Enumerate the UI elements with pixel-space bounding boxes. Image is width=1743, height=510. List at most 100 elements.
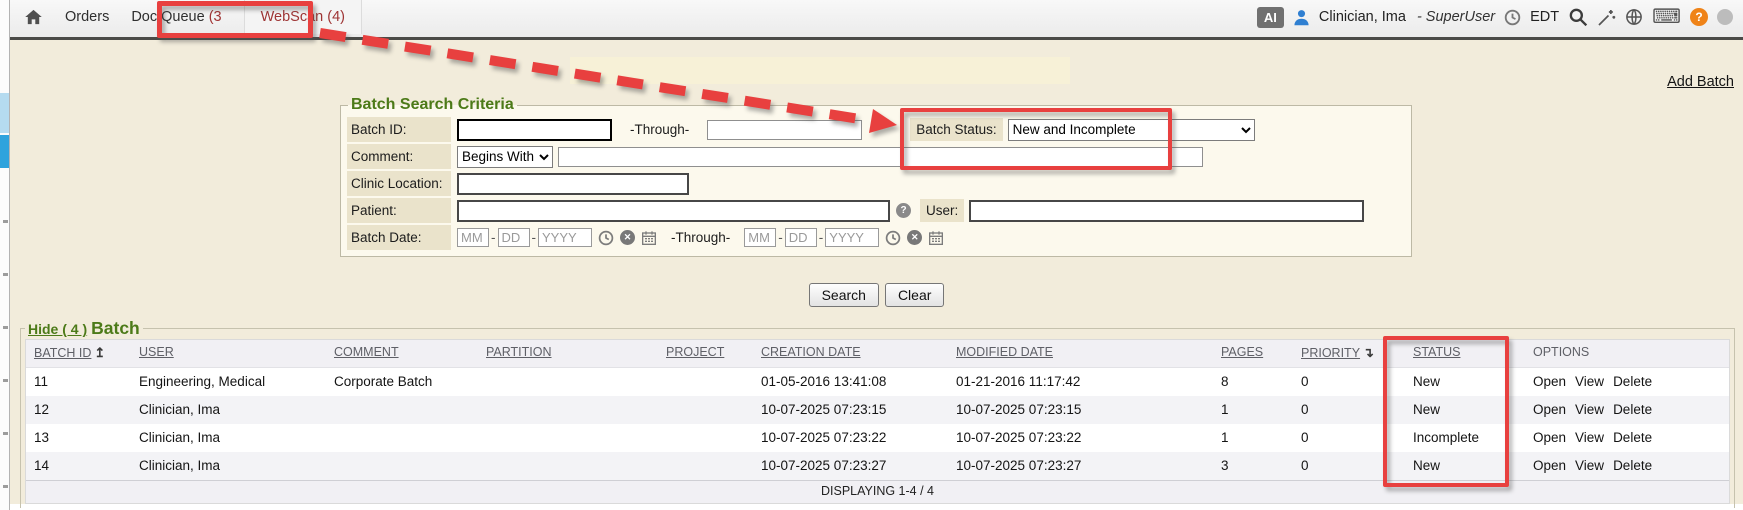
top-navigation-bar: Orders Doc Queue (3 WebScan (4) AI Clini… — [10, 0, 1743, 40]
comment-input[interactable] — [558, 147, 1203, 167]
delete-link[interactable]: Delete — [1613, 430, 1652, 445]
cell-pages: 3 — [1213, 452, 1293, 480]
time-picker-icon[interactable] — [885, 230, 901, 246]
doc-queue-count: (3 — [209, 9, 222, 25]
batch-id-label: Batch ID: — [347, 117, 451, 142]
date-to-year-input[interactable] — [825, 228, 879, 247]
user-input[interactable] — [969, 200, 1364, 222]
cell-priority: 0 — [1293, 368, 1405, 396]
column-header-comment[interactable]: COMMENT — [326, 340, 478, 367]
column-label: PROJECT — [666, 345, 724, 359]
batch-id-to-input[interactable] — [707, 120, 862, 140]
add-batch-link[interactable]: Add Batch — [1667, 74, 1734, 90]
search-icon[interactable] — [1568, 7, 1588, 27]
cell-project — [658, 424, 753, 452]
home-icon[interactable] — [24, 8, 43, 26]
scroll-indicator-dark[interactable] — [0, 135, 9, 168]
clear-button[interactable]: Clear — [885, 283, 944, 307]
clear-date-icon[interactable]: ✕ — [907, 230, 922, 245]
batch-table: BATCH ID↥ USER COMMENT PARTITION PROJECT… — [25, 339, 1730, 504]
column-label: PARTITION — [486, 345, 552, 359]
clinic-location-label: Clinic Location: — [347, 171, 451, 196]
webscan-count: (4) — [327, 9, 345, 25]
cell-modified-date: 10-07-2025 07:23:27 — [948, 452, 1213, 480]
cell-batch-id: 13 — [26, 424, 131, 452]
column-header-status[interactable]: STATUS — [1405, 340, 1525, 367]
cell-project — [658, 396, 753, 424]
globe-icon[interactable] — [1625, 8, 1643, 26]
open-link[interactable]: Open — [1533, 458, 1566, 473]
hide-batch-link[interactable]: Hide ( 4 ) — [28, 321, 87, 337]
cell-priority: 0 — [1293, 424, 1405, 452]
user-role: - SuperUser — [1417, 9, 1495, 25]
column-header-batch-id[interactable]: BATCH ID↥ — [26, 340, 131, 367]
cell-batch-id: 14 — [26, 452, 131, 480]
batch-search-criteria-panel: Batch Search Criteria Batch ID: -Through… — [340, 96, 1412, 257]
keyboard-icon[interactable]: ⌨ — [1652, 7, 1681, 27]
help-icon[interactable]: ? — [1690, 8, 1708, 26]
webscan-screen: Orders Doc Queue (3 WebScan (4) AI Clini… — [0, 0, 1743, 510]
time-picker-icon[interactable] — [598, 230, 614, 246]
cell-modified-date: 01-21-2016 11:17:42 — [948, 368, 1213, 396]
patient-input[interactable] — [457, 200, 890, 222]
nav-item-orders[interactable]: Orders — [65, 9, 109, 25]
cell-user: Clinician, Ima — [131, 452, 326, 480]
batch-id-from-input[interactable] — [457, 119, 612, 141]
batch-search-criteria-title: Batch Search Criteria — [348, 96, 517, 114]
column-header-creation-date[interactable]: CREATION DATE — [753, 340, 948, 367]
view-link[interactable]: View — [1575, 458, 1604, 473]
cell-status: New — [1405, 452, 1525, 480]
clear-date-icon[interactable]: ✕ — [620, 230, 635, 245]
column-header-pages[interactable]: PAGES — [1213, 340, 1293, 367]
view-link[interactable]: View — [1575, 402, 1604, 417]
date-from-day-input[interactable] — [498, 228, 530, 247]
delete-link[interactable]: Delete — [1613, 458, 1652, 473]
cell-options: Open View Delete — [1525, 368, 1729, 396]
date-from-year-input[interactable] — [538, 228, 592, 247]
cell-comment: Corporate Batch — [326, 368, 478, 396]
delete-link[interactable]: Delete — [1613, 374, 1652, 389]
calendar-icon[interactable] — [641, 230, 657, 246]
cell-pages: 1 — [1213, 396, 1293, 424]
column-header-user[interactable]: USER — [131, 340, 326, 367]
date-to-day-input[interactable] — [785, 228, 817, 247]
date-from-month-input[interactable] — [457, 228, 489, 247]
batch-table-header: BATCH ID↥ USER COMMENT PARTITION PROJECT… — [26, 340, 1729, 368]
clinic-location-input[interactable] — [457, 173, 689, 195]
cell-batch-id: 12 — [26, 396, 131, 424]
patient-help-icon[interactable]: ? — [896, 203, 911, 218]
column-header-modified-date[interactable]: MODIFIED DATE — [948, 340, 1213, 367]
ai-badge[interactable]: AI — [1257, 7, 1284, 28]
column-header-project[interactable]: PROJECT — [658, 340, 753, 367]
batch-status-select[interactable]: New and Incomplete — [1008, 119, 1255, 141]
column-header-partition[interactable]: PARTITION — [478, 340, 658, 367]
patient-user-content: ? User: — [451, 199, 1405, 222]
column-header-priority[interactable]: PRIORITY↴ — [1293, 340, 1405, 367]
delete-link[interactable]: Delete — [1613, 402, 1652, 417]
nav-item-webscan[interactable]: WebScan (4) — [244, 0, 362, 34]
magic-wand-icon[interactable] — [1597, 8, 1616, 27]
open-link[interactable]: Open — [1533, 430, 1566, 445]
cell-creation-date: 10-07-2025 07:23:27 — [753, 452, 948, 480]
calendar-icon[interactable] — [928, 230, 944, 246]
date-separator: - — [819, 230, 824, 245]
search-button[interactable]: Search — [809, 283, 879, 307]
patient-user-row: Patient: ? User: — [347, 198, 1405, 223]
comment-operator-select[interactable]: Begins With — [457, 146, 553, 168]
nav-item-doc-queue[interactable]: Doc Queue (3 — [131, 9, 221, 25]
status-dot-icon — [1717, 9, 1733, 25]
view-link[interactable]: View — [1575, 430, 1604, 445]
cell-user: Clinician, Ima — [131, 396, 326, 424]
sort-ascending-icon: ↥ — [94, 345, 105, 361]
column-label: BATCH ID — [34, 346, 91, 360]
open-link[interactable]: Open — [1533, 374, 1566, 389]
view-link[interactable]: View — [1575, 374, 1604, 389]
table-row: 12 Clinician, Ima 10-07-2025 07:23:15 10… — [26, 396, 1729, 424]
batch-date-row: Batch Date: - - ✕ -Through- — [347, 225, 1405, 250]
user-icon — [1293, 9, 1310, 26]
table-row: 14 Clinician, Ima 10-07-2025 07:23:27 10… — [26, 452, 1729, 480]
cell-creation-date: 01-05-2016 13:41:08 — [753, 368, 948, 396]
date-to-month-input[interactable] — [744, 228, 776, 247]
date-separator: - — [532, 230, 537, 245]
open-link[interactable]: Open — [1533, 402, 1566, 417]
